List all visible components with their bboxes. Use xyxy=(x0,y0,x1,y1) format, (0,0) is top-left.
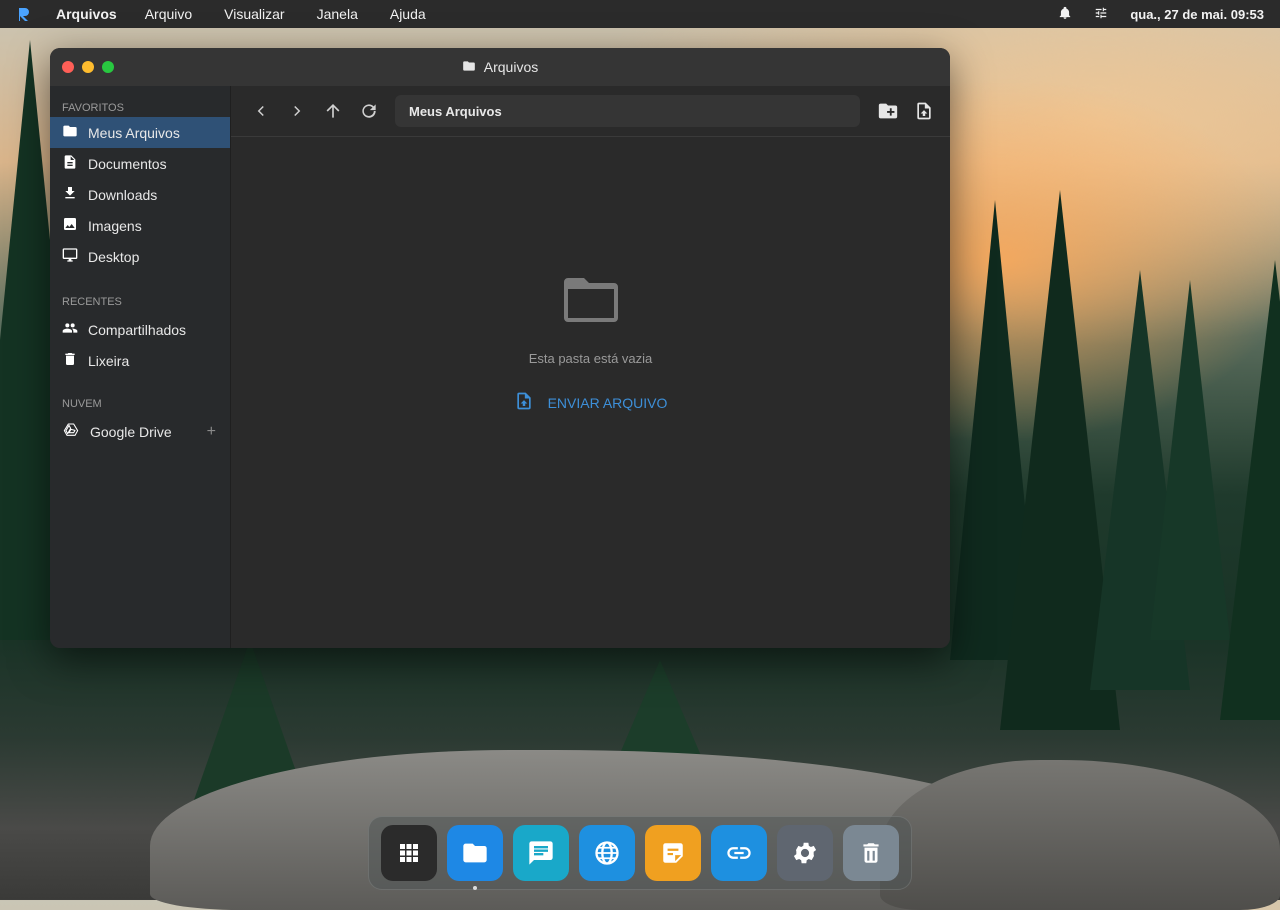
empty-state: Esta pasta está vazia ENVIAR ARQUIVO xyxy=(231,274,950,415)
menu-janela[interactable]: Janela xyxy=(317,6,358,22)
refresh-button[interactable] xyxy=(351,93,387,129)
toolbar: Meus Arquivos xyxy=(231,86,950,137)
forward-button[interactable] xyxy=(279,93,315,129)
menu-visualizar[interactable]: Visualizar xyxy=(224,6,284,22)
active-app-name[interactable]: Arquivos xyxy=(56,6,117,22)
files-icon xyxy=(463,843,487,863)
sidebar: Favoritos Meus Arquivos Documentos Downl… xyxy=(50,86,231,648)
window-titlebar[interactable]: Arquivos xyxy=(50,48,950,87)
dock-trash[interactable] xyxy=(843,825,899,881)
sidebar-item-documentos[interactable]: Documentos xyxy=(50,148,230,179)
dock-files[interactable] xyxy=(447,825,503,890)
settings-icon xyxy=(793,842,817,864)
path-text: Meus Arquivos xyxy=(409,103,502,119)
dock-browser[interactable] xyxy=(579,825,635,881)
trash-icon xyxy=(62,351,78,370)
sidebar-item-label: Downloads xyxy=(88,186,158,203)
dock-notes[interactable] xyxy=(645,825,701,881)
refresh-icon xyxy=(362,104,376,118)
dock-settings[interactable] xyxy=(777,825,833,881)
sidebar-item-lixeira[interactable]: Lixeira xyxy=(50,345,230,376)
new-folder-icon xyxy=(878,103,898,119)
section-title-favoritos: Favoritos xyxy=(62,102,124,114)
menu-ajuda[interactable]: Ajuda xyxy=(390,6,426,22)
dock xyxy=(368,816,912,890)
sidebar-item-label: Meus Arquivos xyxy=(88,124,180,141)
sidebar-item-meus-arquivos[interactable]: Meus Arquivos xyxy=(50,117,230,148)
dock-chat[interactable] xyxy=(513,825,569,881)
new-folder-button[interactable] xyxy=(870,93,906,129)
document-icon xyxy=(62,154,78,173)
image-icon xyxy=(62,216,78,235)
minimize-window-button[interactable] xyxy=(82,61,94,73)
menu-bar: Arquivos Arquivo Visualizar Janela Ajuda… xyxy=(0,0,1280,28)
sidebar-item-label: Google Drive xyxy=(90,423,172,440)
trash-icon xyxy=(863,843,879,863)
close-window-button[interactable] xyxy=(62,61,74,73)
files-window: Arquivos Favoritos Meus Arquivos Documen… xyxy=(50,48,950,648)
app-grid-icon xyxy=(400,844,418,862)
sidebar-item-google-drive[interactable]: Google Drive + xyxy=(50,416,230,447)
enviar-arquivo-button[interactable]: ENVIAR ARQUIVO xyxy=(514,390,668,415)
folder-icon xyxy=(462,59,476,76)
folder-icon xyxy=(62,123,78,142)
sliders-icon[interactable] xyxy=(1094,6,1108,23)
up-button[interactable] xyxy=(315,93,351,129)
main-content: Meus Arquivos Esta pasta está vazia ENVI… xyxy=(231,86,950,648)
chevron-right-icon xyxy=(294,105,301,117)
file-upload-icon xyxy=(514,390,534,415)
upload-file-button[interactable] xyxy=(906,93,942,129)
dock-links[interactable] xyxy=(711,825,767,881)
sidebar-item-desktop[interactable]: Desktop xyxy=(50,241,230,272)
sidebar-item-label: Desktop xyxy=(88,248,140,265)
sidebar-item-label: Documentos xyxy=(88,155,167,172)
dock-app-launcher[interactable] xyxy=(381,825,437,881)
path-field[interactable]: Meus Arquivos xyxy=(395,95,860,127)
sidebar-item-label: Compartilhados xyxy=(88,321,187,338)
notes-icon xyxy=(663,843,683,863)
add-cloud-button[interactable]: + xyxy=(207,423,216,441)
file-upload-icon xyxy=(917,102,931,120)
section-title-recentes: Recentes xyxy=(62,296,122,308)
sidebar-item-imagens[interactable]: Imagens xyxy=(50,210,230,241)
monitor-icon xyxy=(62,247,78,266)
maximize-window-button[interactable] xyxy=(102,61,114,73)
clock[interactable]: qua., 27 de mai. 09:53 xyxy=(1130,7,1264,22)
sidebar-item-label: Lixeira xyxy=(88,352,130,369)
sidebar-item-compartilhados[interactable]: Compartilhados xyxy=(50,314,230,345)
window-title-text: Arquivos xyxy=(483,59,539,75)
running-indicator xyxy=(473,886,477,890)
bell-icon[interactable] xyxy=(1058,6,1072,23)
link-icon xyxy=(727,847,751,859)
section-title-nuvem: Nuvem xyxy=(62,398,102,410)
sidebar-item-downloads[interactable]: Downloads xyxy=(50,179,230,210)
window-title: Arquivos xyxy=(50,59,950,76)
system-logo-icon[interactable] xyxy=(16,6,32,22)
sidebar-item-label: Imagens xyxy=(88,217,142,234)
empty-folder-icon xyxy=(562,274,620,329)
back-button[interactable] xyxy=(243,93,279,129)
people-icon xyxy=(62,320,78,339)
chat-icon xyxy=(529,841,553,865)
menu-arquivo[interactable]: Arquivo xyxy=(145,6,192,22)
download-icon xyxy=(62,185,78,204)
google-drive-icon xyxy=(62,422,80,441)
arrow-up-icon xyxy=(326,103,340,118)
globe-icon xyxy=(595,841,619,865)
upload-label: ENVIAR ARQUIVO xyxy=(547,394,668,411)
chevron-left-icon xyxy=(257,105,264,117)
empty-message: Esta pasta está vazia xyxy=(528,351,653,366)
